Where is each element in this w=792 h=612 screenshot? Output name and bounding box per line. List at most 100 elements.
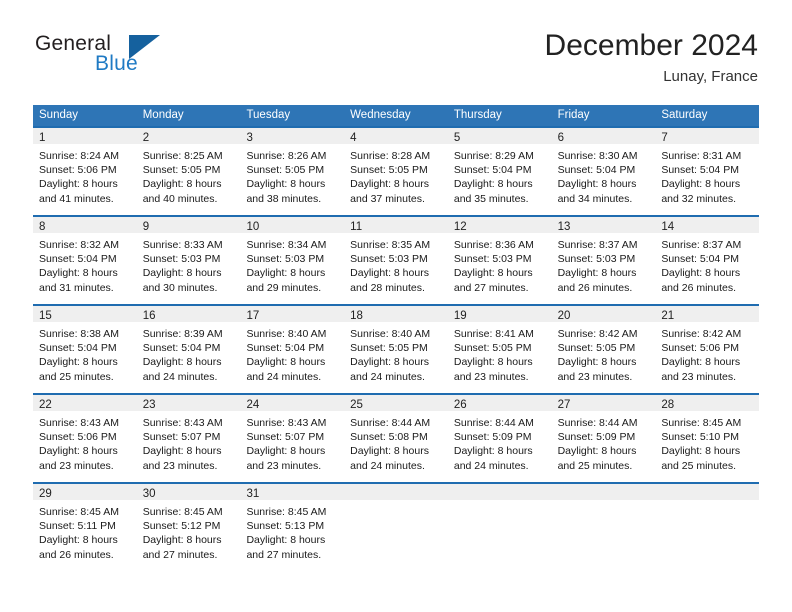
sunrise-text: Sunrise: 8:44 AM bbox=[453, 417, 534, 429]
sunrise-text: Sunrise: 8:39 AM bbox=[142, 328, 223, 340]
day-number-strip: 30 bbox=[136, 484, 241, 500]
day-number: 6 bbox=[557, 132, 564, 144]
sunrise-text: Sunrise: 8:44 AM bbox=[557, 417, 638, 429]
week-row: 8 Sunrise: 8:32 AM Sunset: 5:04 PM Dayli… bbox=[33, 215, 760, 304]
day-cell[interactable]: 31 Sunrise: 8:45 AM Sunset: 5:13 PM Dayl… bbox=[240, 482, 345, 571]
day-cell[interactable]: 29 Sunrise: 8:45 AM Sunset: 5:11 PM Dayl… bbox=[33, 482, 137, 571]
weekday-header-row: Sunday Monday Tuesday Wednesday Thursday… bbox=[33, 105, 759, 126]
day-cell[interactable]: 24 Sunrise: 8:43 AM Sunset: 5:07 PM Dayl… bbox=[240, 393, 345, 482]
daylight-text-line2: and 26 minutes. bbox=[39, 548, 114, 561]
daylight-text-line1: Daylight: 8 hours bbox=[661, 267, 741, 280]
weekday-header-wednesday: Wednesday bbox=[350, 109, 411, 121]
day-number-strip: 22 bbox=[33, 395, 137, 411]
sunrise-text: Sunrise: 8:36 AM bbox=[453, 239, 534, 251]
day-cell[interactable]: 8 Sunrise: 8:32 AM Sunset: 5:04 PM Dayli… bbox=[33, 215, 137, 304]
day-number-strip bbox=[655, 484, 760, 500]
day-number: 9 bbox=[142, 221, 150, 233]
sunrise-text: Sunrise: 8:25 AM bbox=[142, 150, 223, 162]
day-cell[interactable]: 3 Sunrise: 8:26 AM Sunset: 5:05 PM Dayli… bbox=[240, 126, 345, 215]
day-cell[interactable]: 4 Sunrise: 8:28 AM Sunset: 5:05 PM Dayli… bbox=[344, 126, 448, 215]
day-number: 30 bbox=[142, 488, 156, 500]
day-cell-body bbox=[344, 500, 448, 505]
daylight-text-line2: and 24 minutes. bbox=[350, 370, 425, 383]
day-number-strip: 21 bbox=[655, 306, 760, 322]
day-cell[interactable]: 19 Sunrise: 8:41 AM Sunset: 5:05 PM Dayl… bbox=[447, 304, 552, 393]
daylight-text-line2: and 27 minutes. bbox=[246, 548, 322, 561]
sunrise-text: Sunrise: 8:35 AM bbox=[350, 239, 431, 251]
day-cell[interactable]: 30 Sunrise: 8:45 AM Sunset: 5:12 PM Dayl… bbox=[136, 482, 241, 571]
day-number: 22 bbox=[39, 399, 52, 411]
day-cell[interactable]: 27 Sunrise: 8:44 AM Sunset: 5:09 PM Dayl… bbox=[551, 393, 656, 482]
day-number: 11 bbox=[350, 221, 363, 233]
day-cell[interactable]: 6 Sunrise: 8:30 AM Sunset: 5:04 PM Dayli… bbox=[551, 126, 656, 215]
sunset-text: Sunset: 5:06 PM bbox=[661, 342, 739, 355]
daylight-text-line1: Daylight: 8 hours bbox=[350, 356, 429, 369]
daylight-text-line1: Daylight: 8 hours bbox=[350, 445, 429, 458]
day-cell-empty bbox=[655, 482, 760, 571]
day-cell-body bbox=[655, 500, 759, 505]
daylight-text-line2: and 24 minutes. bbox=[453, 459, 529, 472]
day-number-strip: 10 bbox=[240, 217, 345, 233]
sunrise-text: Sunrise: 8:33 AM bbox=[142, 239, 223, 251]
day-number-strip: 7 bbox=[655, 128, 760, 144]
sunset-text: Sunset: 5:07 PM bbox=[246, 431, 325, 444]
day-cell[interactable]: 12 Sunrise: 8:36 AM Sunset: 5:03 PM Dayl… bbox=[447, 215, 552, 304]
day-cell[interactable]: 25 Sunrise: 8:44 AM Sunset: 5:08 PM Dayl… bbox=[344, 393, 448, 482]
day-cell[interactable]: 17 Sunrise: 8:40 AM Sunset: 5:04 PM Dayl… bbox=[240, 304, 345, 393]
daylight-text-line1: Daylight: 8 hours bbox=[142, 267, 222, 280]
general-blue-logo[interactable]: General Blue bbox=[33, 32, 263, 92]
sunrise-text: Sunrise: 8:40 AM bbox=[350, 328, 431, 340]
day-cell-body: Sunrise: 8:41 AM Sunset: 5:05 PM Dayligh… bbox=[448, 322, 552, 384]
day-number-strip: 2 bbox=[136, 128, 241, 144]
day-cell[interactable]: 18 Sunrise: 8:40 AM Sunset: 5:05 PM Dayl… bbox=[344, 304, 448, 393]
day-cell[interactable]: 28 Sunrise: 8:45 AM Sunset: 5:10 PM Dayl… bbox=[655, 393, 760, 482]
daylight-text-line1: Daylight: 8 hours bbox=[453, 445, 533, 458]
day-cell[interactable]: 10 Sunrise: 8:34 AM Sunset: 5:03 PM Dayl… bbox=[240, 215, 345, 304]
sunset-text: Sunset: 5:04 PM bbox=[661, 253, 739, 266]
day-number-strip: 5 bbox=[447, 128, 552, 144]
day-cell[interactable]: 13 Sunrise: 8:37 AM Sunset: 5:03 PM Dayl… bbox=[551, 215, 656, 304]
day-cell[interactable]: 7 Sunrise: 8:31 AM Sunset: 5:04 PM Dayli… bbox=[655, 126, 760, 215]
sunset-text: Sunset: 5:10 PM bbox=[661, 431, 739, 444]
day-cell-empty bbox=[551, 482, 656, 571]
day-cell[interactable]: 22 Sunrise: 8:43 AM Sunset: 5:06 PM Dayl… bbox=[33, 393, 137, 482]
daylight-text-line2: and 23 minutes. bbox=[246, 459, 322, 472]
day-cell[interactable]: 2 Sunrise: 8:25 AM Sunset: 5:05 PM Dayli… bbox=[136, 126, 241, 215]
day-cell[interactable]: 21 Sunrise: 8:42 AM Sunset: 5:06 PM Dayl… bbox=[655, 304, 760, 393]
day-cell[interactable]: 11 Sunrise: 8:35 AM Sunset: 5:03 PM Dayl… bbox=[344, 215, 448, 304]
day-cell[interactable]: 16 Sunrise: 8:39 AM Sunset: 5:04 PM Dayl… bbox=[136, 304, 241, 393]
day-number-strip: 14 bbox=[655, 217, 760, 233]
title-block: December 2024 Lunay, France bbox=[545, 28, 758, 88]
sunrise-text: Sunrise: 8:28 AM bbox=[350, 150, 431, 162]
sunset-text: Sunset: 5:03 PM bbox=[557, 253, 636, 266]
day-cell[interactable]: 15 Sunrise: 8:38 AM Sunset: 5:04 PM Dayl… bbox=[33, 304, 137, 393]
sunrise-text: Sunrise: 8:40 AM bbox=[246, 328, 327, 340]
sunset-text: Sunset: 5:09 PM bbox=[453, 431, 532, 444]
daylight-text-line1: Daylight: 8 hours bbox=[39, 267, 118, 280]
day-cell[interactable]: 1 Sunrise: 8:24 AM Sunset: 5:06 PM Dayli… bbox=[33, 126, 137, 215]
day-cell[interactable]: 20 Sunrise: 8:42 AM Sunset: 5:05 PM Dayl… bbox=[551, 304, 656, 393]
sunset-text: Sunset: 5:03 PM bbox=[246, 253, 325, 266]
day-number-strip: 28 bbox=[655, 395, 760, 411]
daylight-text-line2: and 41 minutes. bbox=[39, 192, 114, 205]
day-cell[interactable]: 5 Sunrise: 8:29 AM Sunset: 5:04 PM Dayli… bbox=[447, 126, 552, 215]
day-cell[interactable]: 9 Sunrise: 8:33 AM Sunset: 5:03 PM Dayli… bbox=[136, 215, 241, 304]
daylight-text-line1: Daylight: 8 hours bbox=[142, 534, 222, 547]
sunset-text: Sunset: 5:12 PM bbox=[142, 520, 221, 533]
daylight-text-line1: Daylight: 8 hours bbox=[39, 534, 118, 547]
daylight-text-line1: Daylight: 8 hours bbox=[246, 356, 326, 369]
day-cell[interactable]: 26 Sunrise: 8:44 AM Sunset: 5:09 PM Dayl… bbox=[447, 393, 552, 482]
day-cell[interactable]: 23 Sunrise: 8:43 AM Sunset: 5:07 PM Dayl… bbox=[136, 393, 241, 482]
week-row: 29 Sunrise: 8:45 AM Sunset: 5:11 PM Dayl… bbox=[33, 482, 760, 571]
daylight-text-line1: Daylight: 8 hours bbox=[39, 445, 118, 458]
week-row: 15 Sunrise: 8:38 AM Sunset: 5:04 PM Dayl… bbox=[33, 304, 760, 393]
day-number: 16 bbox=[142, 310, 156, 322]
day-cell[interactable]: 14 Sunrise: 8:37 AM Sunset: 5:04 PM Dayl… bbox=[655, 215, 760, 304]
weekday-header-sunday: Sunday bbox=[39, 109, 79, 121]
daylight-text-line1: Daylight: 8 hours bbox=[142, 178, 222, 191]
sunset-text: Sunset: 5:04 PM bbox=[661, 164, 739, 177]
sunrise-text: Sunrise: 8:34 AM bbox=[246, 239, 327, 251]
daylight-text-line1: Daylight: 8 hours bbox=[350, 267, 429, 280]
day-cell-body: Sunrise: 8:29 AM Sunset: 5:04 PM Dayligh… bbox=[448, 144, 552, 206]
daylight-text-line2: and 40 minutes. bbox=[142, 192, 218, 205]
